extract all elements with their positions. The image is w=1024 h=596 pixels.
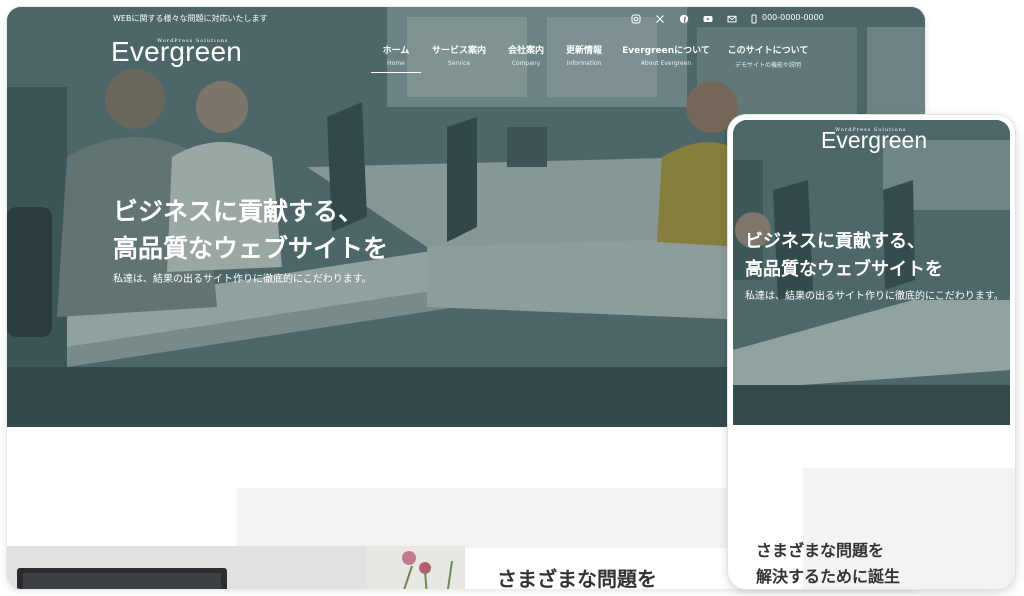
instagram-icon[interactable] bbox=[629, 13, 643, 25]
hero-subline: 私達は、結果の出るサイト作りに徹底的にこだわります。 bbox=[113, 274, 372, 285]
section-title: さまざまな問題を bbox=[497, 567, 657, 589]
mobile-hero-section: Evergreen WordPress Solutions ビジネスに貢献する、… bbox=[733, 120, 1010, 425]
mobile-logo-subtext: WordPress Solutions bbox=[835, 127, 907, 133]
nav-active-indicator bbox=[371, 72, 421, 73]
nav-item-home[interactable]: ホーム Home bbox=[371, 43, 421, 67]
facebook-icon[interactable] bbox=[677, 13, 691, 25]
phone-icon bbox=[748, 13, 760, 25]
mobile-hero-subline: 私達は、結果の出るサイト作りに徹底的にこだわります。 bbox=[745, 291, 1004, 302]
mobile-hero-headline: ビジネスに貢献する、 高品質なウェブサイトを bbox=[745, 231, 943, 280]
youtube-icon[interactable] bbox=[701, 13, 715, 25]
nav-item-site-info[interactable]: このサイトについて デモサイトの機能や説明 bbox=[725, 43, 811, 69]
nav-item-about[interactable]: Evergreenについて About Evergreen bbox=[621, 43, 711, 67]
mobile-section-title: さまざまな問題を 解決するために誕生 bbox=[756, 541, 901, 586]
nav-item-service[interactable]: サービス案内 Service bbox=[425, 43, 493, 67]
nav-item-company[interactable]: 会社案内 Company bbox=[501, 43, 551, 67]
section-photo bbox=[7, 546, 465, 589]
mobile-mockup: Evergreen WordPress Solutions ビジネスに貢献する、… bbox=[728, 115, 1015, 589]
section-background-panel bbox=[237, 488, 737, 548]
header-phone[interactable]: 000-0000-0000 bbox=[762, 13, 824, 22]
mail-icon[interactable] bbox=[725, 13, 739, 25]
x-icon[interactable] bbox=[653, 13, 667, 25]
nav-item-information[interactable]: 更新情報 Information bbox=[559, 43, 609, 67]
logo-subtext: WordPress Solutions bbox=[157, 38, 229, 44]
hero-headline: ビジネスに貢献する、 高品質なウェブサイトを bbox=[113, 197, 389, 263]
header-tagline: WEBに関する様々な問題に対応いたします bbox=[113, 14, 268, 23]
